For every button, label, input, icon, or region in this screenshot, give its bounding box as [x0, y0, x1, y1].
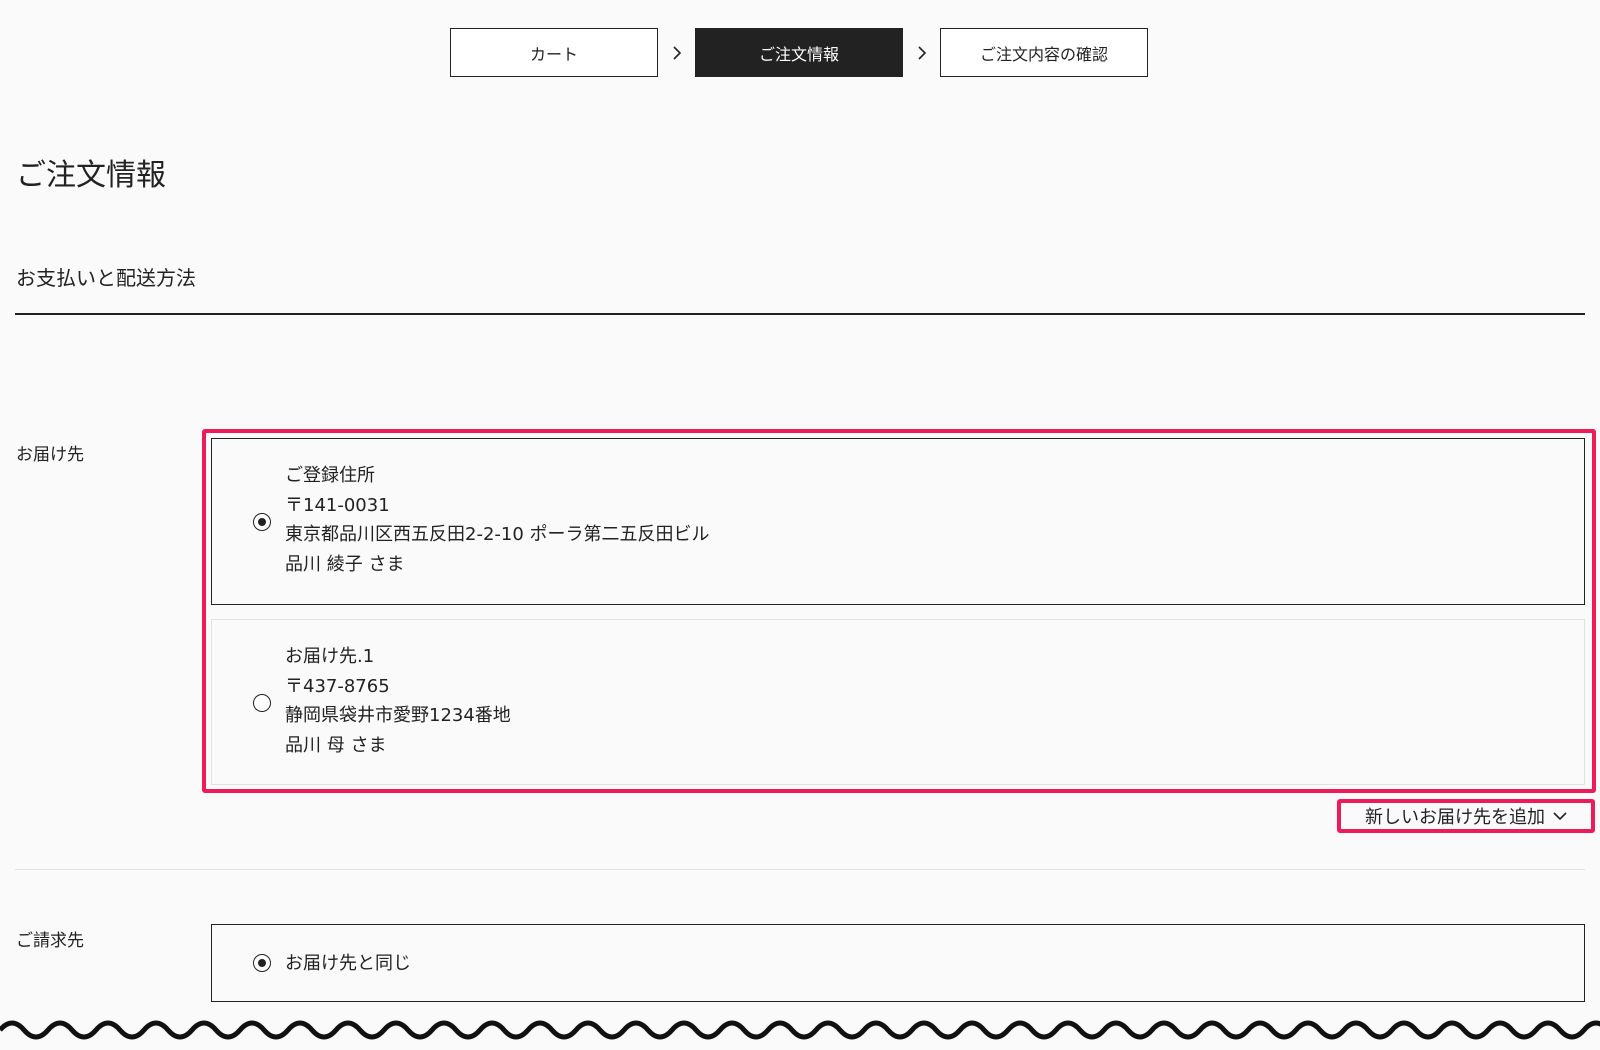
step-cart-label: カート [529, 44, 578, 64]
chevron-right-icon [658, 45, 695, 61]
add-new-address-label: 新しいお届け先を追加 [1365, 807, 1545, 828]
address-block: ご登録住所 〒141-0031 東京都品川区西五反田2-2-10 ポーラ第二五反… [285, 461, 710, 579]
address-name: ご登録住所 [285, 465, 375, 486]
checkout-stepper: カート ご注文情報 ご注文内容の確認 [450, 28, 1148, 77]
address-recipient: 品川 母 さま [285, 734, 387, 756]
chevron-down-icon [1553, 811, 1567, 820]
step-order-confirm[interactable]: ご注文内容の確認 [940, 28, 1148, 77]
billing-option-text: お届け先と同じ [285, 949, 411, 979]
address-name: お届け先.1 [285, 646, 375, 667]
section-divider-thin [15, 869, 1585, 870]
address-text: 東京都品川区西五反田2-2-10 ポーラ第二五反田ビル [285, 524, 710, 545]
delivery-option-1[interactable]: お届け先.1 〒437-8765 静岡県袋井市愛野1234番地 品川 母 さま [211, 619, 1585, 785]
radio-checked-icon[interactable] [253, 513, 271, 531]
chevron-right-icon [903, 45, 940, 61]
radio-unchecked-icon[interactable] [253, 694, 271, 712]
address-text: 静岡県袋井市愛野1234番地 [285, 705, 511, 726]
add-new-address-button[interactable]: 新しいお届け先を追加 [1341, 803, 1591, 829]
step-cart[interactable]: カート [450, 28, 658, 77]
step-order-info-label: ご注文情報 [758, 44, 839, 64]
billing-option-same[interactable]: お届け先と同じ [211, 924, 1585, 1002]
address-recipient: 品川 綾子 さま [285, 553, 405, 575]
wavy-cutoff-edge [0, 1020, 1600, 1040]
delivery-label: お届け先 [16, 445, 84, 465]
step-order-confirm-label: ご注文内容の確認 [979, 44, 1108, 64]
address-postal: 〒437-8765 [285, 675, 390, 697]
billing-option-label: お届け先と同じ [285, 953, 411, 974]
billing-label: ご請求先 [16, 931, 84, 951]
delivery-option-registered[interactable]: ご登録住所 〒141-0031 東京都品川区西五反田2-2-10 ポーラ第二五反… [211, 438, 1585, 605]
address-block: お届け先.1 〒437-8765 静岡県袋井市愛野1234番地 品川 母 さま [285, 642, 511, 760]
section-divider [15, 313, 1585, 315]
radio-checked-icon[interactable] [253, 954, 271, 972]
order-info-page: カート ご注文情報 ご注文内容の確認 ご注文情報 お支払いと配送方法 お届け先 … [0, 0, 1600, 1050]
address-postal: 〒141-0031 [285, 494, 390, 516]
page-title: ご注文情報 [16, 158, 166, 193]
step-order-info[interactable]: ご注文情報 [695, 28, 903, 77]
section-title: お支払いと配送方法 [16, 266, 196, 290]
